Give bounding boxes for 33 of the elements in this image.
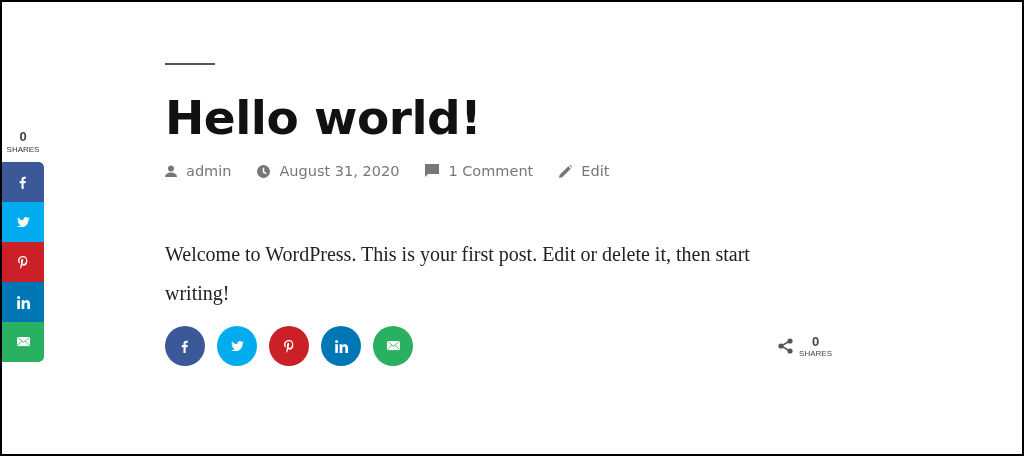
bird-icon bbox=[230, 340, 244, 352]
shares-label: SHARES bbox=[799, 348, 832, 358]
share-count: 0 bbox=[19, 130, 27, 144]
share-button[interactable] bbox=[165, 326, 205, 366]
post-body: Welcome to WordPress. This is your first post. Edit or delete it, then start writing! bbox=[165, 242, 751, 307]
share-button[interactable] bbox=[2, 282, 44, 322]
facebook-icon bbox=[19, 175, 27, 189]
pin-icon bbox=[284, 339, 294, 353]
comments-link[interactable]: 1 Comment bbox=[448, 163, 534, 179]
share-button[interactable] bbox=[2, 322, 44, 362]
share-button[interactable] bbox=[2, 242, 44, 282]
speech-bubble-icon bbox=[425, 164, 440, 178]
bird-icon bbox=[16, 216, 30, 228]
share-count: 0 bbox=[811, 334, 820, 349]
facebook-icon bbox=[181, 339, 189, 353]
pin-icon bbox=[18, 255, 28, 269]
date-link[interactable]: August 31, 2020 bbox=[279, 163, 400, 179]
clock-icon bbox=[257, 164, 271, 178]
shares-label: SHARES bbox=[6, 145, 40, 154]
person-icon bbox=[165, 165, 177, 177]
share-button[interactable] bbox=[373, 326, 413, 366]
envelope-icon bbox=[386, 341, 400, 351]
share-icon bbox=[778, 338, 794, 354]
edit-link[interactable]: Edit bbox=[581, 163, 610, 179]
pencil-icon bbox=[559, 164, 573, 178]
share-button[interactable] bbox=[269, 326, 309, 366]
envelope-icon bbox=[16, 337, 30, 347]
share-button[interactable] bbox=[321, 326, 361, 366]
linkedin-icon bbox=[16, 295, 30, 309]
share-button[interactable] bbox=[2, 162, 44, 202]
linkedin-icon bbox=[334, 339, 348, 353]
post-title: Hello world! bbox=[165, 89, 483, 147]
author-link[interactable]: admin bbox=[186, 163, 232, 179]
